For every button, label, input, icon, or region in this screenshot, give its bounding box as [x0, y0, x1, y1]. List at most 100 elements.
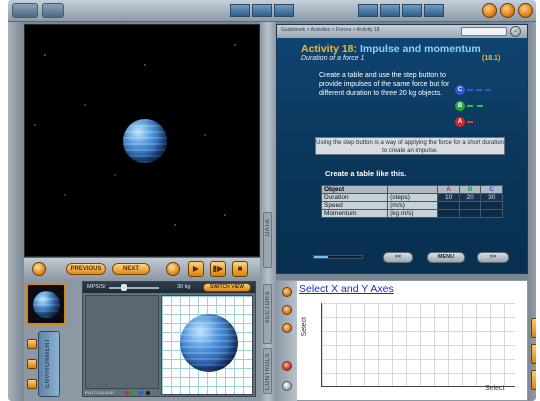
select-axes-link[interactable]: Select X and Y Axes	[299, 283, 394, 295]
lower-panel: ENVIRONMENT MPS/S/ 30 kg SWITCH VIEW PLO…	[24, 279, 260, 401]
tab-controls-label: CONTROLS	[265, 353, 271, 391]
flag-icon[interactable]	[42, 3, 64, 18]
menu-button[interactable]: MENU	[427, 252, 465, 263]
row-unit: (steps)	[387, 193, 439, 202]
right-tab-1[interactable]	[531, 318, 536, 338]
toolbar-segment-4[interactable]	[358, 4, 378, 17]
vector-grid[interactable]	[161, 295, 253, 395]
colour-green[interactable]	[132, 391, 136, 395]
tab-data[interactable]: DATA	[263, 212, 272, 268]
vector-panel: MPS/S/ 30 kg SWITCH VIEW PLOT COLOUR	[82, 281, 256, 397]
timer-icon[interactable]	[166, 262, 180, 276]
back-button[interactable]: <<	[383, 252, 413, 263]
breadcrumb-bar: Guidebook > Activities > Forces > Activi…	[277, 25, 527, 38]
step-icon[interactable]: ▮▶	[210, 261, 226, 277]
right-tab-2[interactable]	[531, 344, 536, 364]
graph-panel: Select X and Y Axes Select Select	[276, 280, 528, 401]
toolbar-segment-7[interactable]	[424, 4, 444, 17]
object-b-arrow	[467, 105, 483, 107]
graph-tool-icon-2[interactable]	[282, 305, 292, 315]
row-unit: (kg m/s)	[387, 209, 439, 218]
object-b-badge: B	[455, 101, 465, 111]
activity-title: Activity 18: Impulse and momentum	[301, 43, 481, 55]
forward-button[interactable]: >>	[477, 252, 509, 263]
scale-slider-track[interactable]	[109, 287, 159, 289]
graph-toolbar	[277, 281, 297, 401]
vector-scale-label: MPS/S/	[87, 284, 106, 290]
tab-environment[interactable]: ENVIRONMENT	[38, 331, 60, 397]
scale-slider-knob[interactable]	[121, 284, 127, 291]
table-cell: 20	[458, 193, 482, 202]
top-toolbar	[8, 0, 536, 22]
activity-subtitle: Duration of a force 1	[301, 55, 365, 62]
right-tab-3[interactable]	[531, 370, 536, 390]
table-row: Duration (steps) 10 20 30	[320, 193, 503, 202]
close-icon[interactable]	[518, 3, 533, 18]
breadcrumb[interactable]: Guidebook > Activities > Forces > Activi…	[281, 27, 380, 33]
row-label: Duration	[320, 193, 389, 202]
x-axis-selector[interactable]: Select	[485, 385, 504, 392]
object-c-badge: C	[455, 85, 465, 95]
plot-colour-label: PLOT COLOUR	[85, 390, 114, 395]
row-label: Momentum	[320, 209, 389, 218]
graph-print-icon[interactable]	[282, 381, 292, 391]
vector-list-area[interactable]	[85, 295, 159, 389]
minimize-icon[interactable]	[500, 3, 515, 18]
table-cell: 10	[437, 193, 460, 202]
toolbar-segment-3[interactable]	[274, 4, 294, 17]
settings-icon[interactable]	[482, 3, 497, 18]
object-a-arrow	[467, 121, 473, 123]
colour-red[interactable]	[125, 391, 129, 395]
toolbar-segment-5[interactable]	[380, 4, 400, 17]
reset-icon[interactable]	[32, 262, 46, 276]
table-cell	[480, 201, 503, 210]
previous-button[interactable]: PREVIOUS	[66, 263, 106, 275]
table-header-row: Object A B C	[320, 185, 503, 194]
activity-note: Using the step button is a way of applyi…	[315, 137, 505, 155]
toolbar-segment-2[interactable]	[252, 4, 272, 17]
vector-panel-header: MPS/S/ 30 kg SWITCH VIEW	[83, 282, 255, 293]
play-icon[interactable]: ▶	[188, 261, 204, 277]
object-thumbnail[interactable]	[26, 283, 66, 325]
colour-black[interactable]	[146, 391, 150, 395]
tool-icon-3[interactable]	[27, 379, 37, 389]
search-input[interactable]	[461, 27, 507, 36]
switch-view-button[interactable]: SWITCH VIEW	[203, 283, 251, 292]
tab-controls[interactable]: CONTROLS	[263, 348, 272, 394]
home-icon[interactable]	[12, 3, 38, 18]
graph-tool-icon-1[interactable]	[282, 287, 292, 297]
stop-icon[interactable]: ■	[232, 261, 248, 277]
data-table: Object A B C Duration (steps) 10 20 30 S…	[320, 185, 503, 218]
graph-clear-icon[interactable]	[282, 361, 292, 371]
panel-divider[interactable]: DATA VECTORS CONTROLS	[260, 22, 276, 401]
search-icon[interactable]: ⌕	[510, 26, 521, 37]
graph-plot-area[interactable]	[321, 303, 515, 387]
next-button[interactable]: NEXT	[112, 263, 150, 275]
table-cell	[437, 209, 460, 218]
tool-icon-2[interactable]	[27, 359, 37, 369]
left-rail	[8, 22, 24, 401]
grid-planet	[180, 314, 238, 372]
table-header-c: C	[480, 185, 503, 194]
tool-icon-1[interactable]	[27, 339, 37, 349]
table-cell	[458, 209, 482, 218]
y-axis-selector[interactable]: Select	[301, 317, 308, 336]
toolbar-segment-6[interactable]	[402, 4, 422, 17]
simulation-viewport[interactable]	[24, 24, 260, 257]
tab-vectors-label: VECTORS	[265, 291, 271, 324]
table-header-unit	[387, 185, 439, 194]
graph-tool-icon-3[interactable]	[282, 323, 292, 333]
tab-vectors[interactable]: VECTORS	[263, 284, 272, 344]
activity-number: (18.1)	[482, 55, 501, 62]
activity-title-main: Impulse and momentum	[359, 43, 481, 55]
table-cell	[437, 201, 460, 210]
right-rail	[528, 22, 536, 401]
activity-nav: << MENU >>	[277, 249, 527, 267]
colour-blue[interactable]	[139, 391, 143, 395]
activity-instructions: Create a table and use the step button t…	[319, 72, 450, 97]
toolbar-segment-1[interactable]	[230, 4, 250, 17]
object-a-badge: A	[455, 117, 465, 127]
activity-panel: Guidebook > Activities > Forces > Activi…	[276, 24, 528, 274]
planet-object[interactable]	[123, 119, 167, 163]
app-window: PREVIOUS NEXT ▶ ▮▶ ■ ENVIRONMENT MPS/S/ …	[8, 0, 536, 401]
